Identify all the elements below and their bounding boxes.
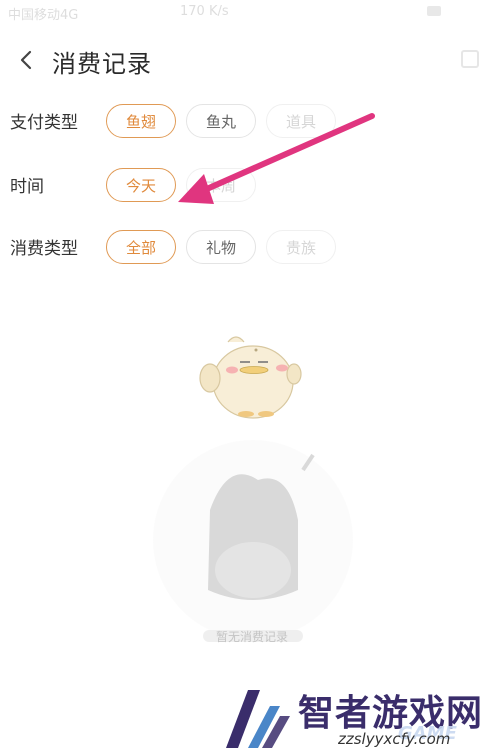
chip-daoju[interactable]: 道具 (266, 104, 336, 138)
payment-type-filter: 支付类型 鱼翅 鱼丸 道具 (0, 102, 501, 142)
chip-gift[interactable]: 礼物 (186, 230, 256, 264)
battery-icon (427, 6, 441, 16)
time-label: 时间 (10, 177, 44, 197)
page-title: 消费记录 (52, 50, 152, 78)
spend-type-filter: 消费类型 全部 礼物 贵族 (0, 228, 501, 268)
chip-noble[interactable]: 贵族 (266, 230, 336, 264)
watermark-url: zzslyyxcfy.com (338, 730, 451, 748)
chevron-left-icon[interactable] (14, 48, 38, 72)
status-bar: 中国移动4G 170 K/s (0, 0, 501, 26)
top-bar: 消费记录 (0, 36, 501, 86)
empty-state-illustration (153, 440, 353, 642)
chip-yuwan[interactable]: 鱼丸 (186, 104, 256, 138)
payment-type-label: 支付类型 (10, 113, 78, 133)
chip-all[interactable]: 全部 (106, 230, 176, 264)
chip-this-week[interactable]: 本周 (186, 168, 256, 202)
chick-mascot-icon (199, 336, 302, 419)
watermark-logo-icon (226, 690, 290, 748)
carrier-label: 中国移动4G (8, 8, 79, 23)
chip-today[interactable]: 今天 (106, 168, 176, 202)
more-icon[interactable] (461, 50, 479, 68)
spend-type-label: 消费类型 (10, 239, 78, 259)
network-speed: 170 K/s (180, 4, 229, 19)
chip-yuchi[interactable]: 鱼翅 (106, 104, 176, 138)
time-filter: 时间 今天 本周 (0, 166, 501, 206)
empty-state-caption: 暂无消费记录 (215, 630, 288, 644)
